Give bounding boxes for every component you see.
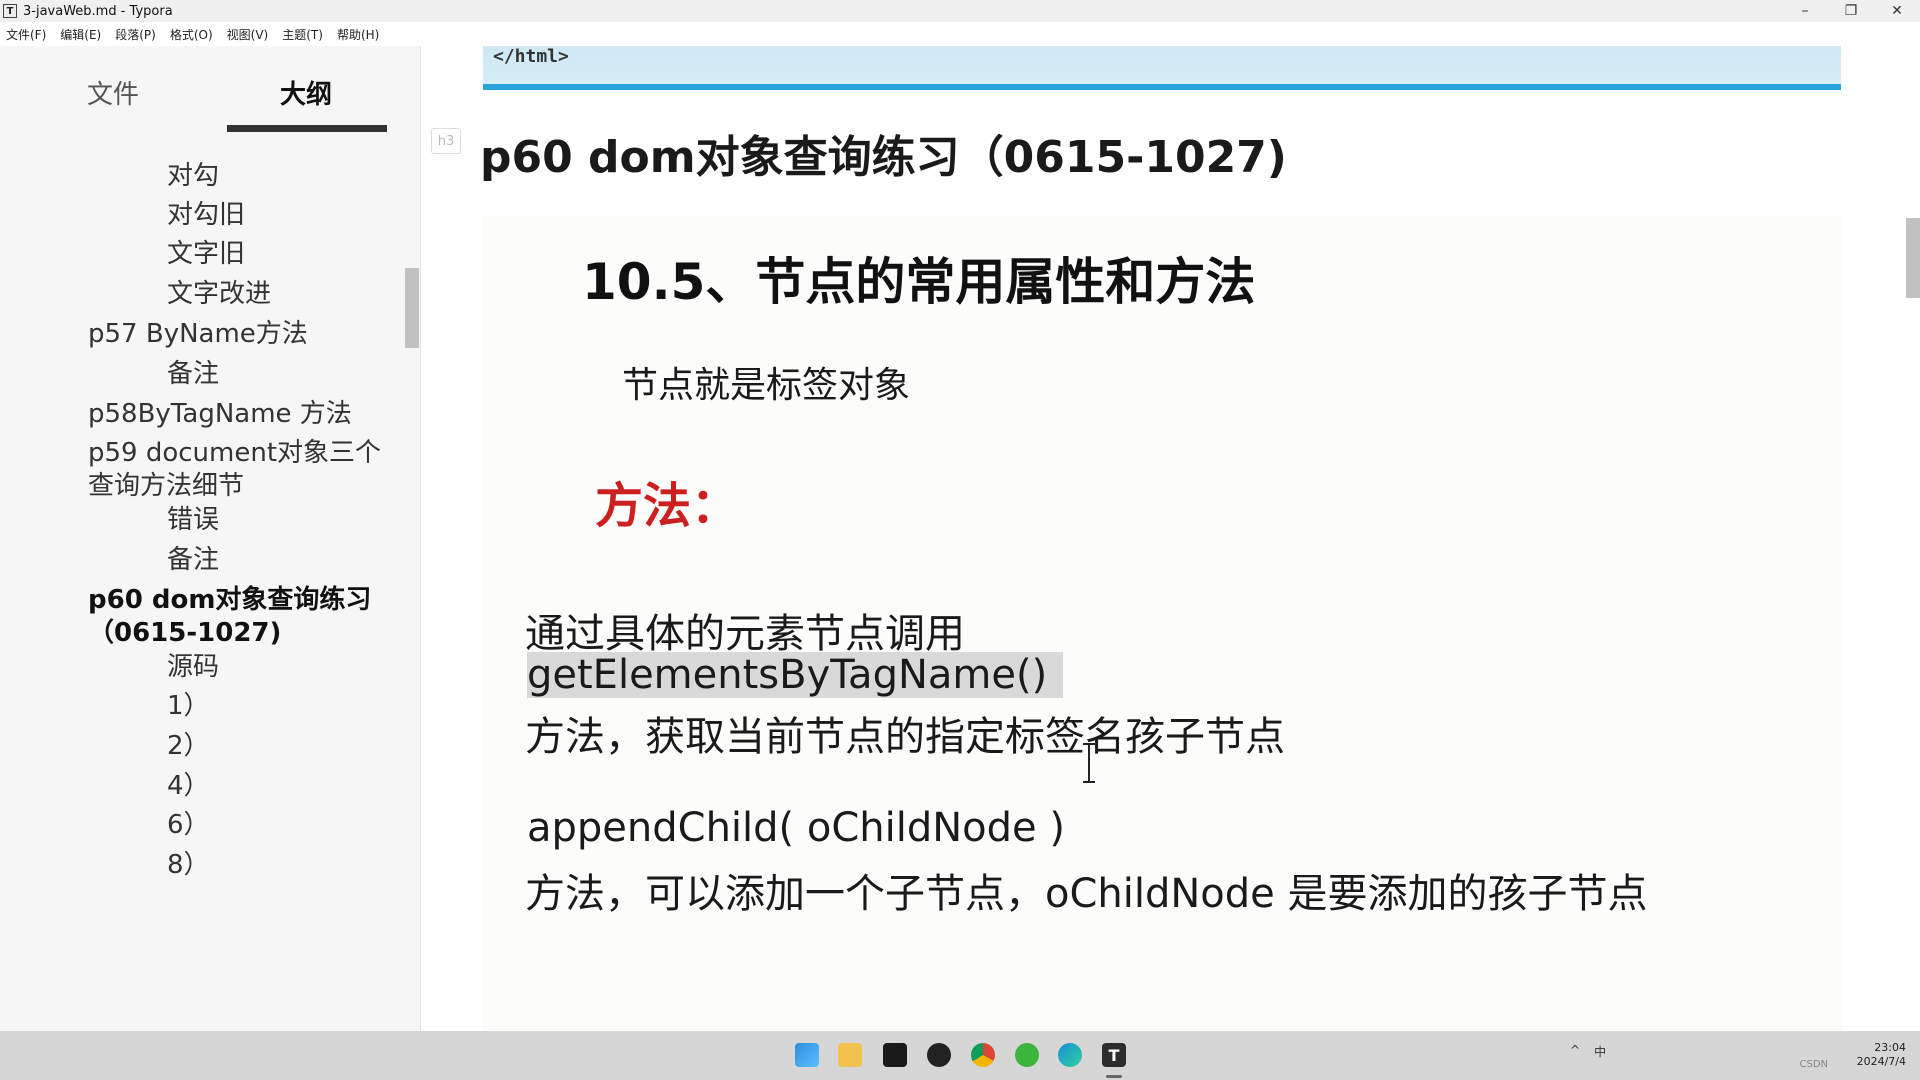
editor-area[interactable]: </html> h3 p60 dom对象查询练习（0615-1027) 10.5…	[422, 46, 1920, 1031]
outline-item[interactable]: p59 document对象三个查询方法细节	[88, 437, 388, 503]
edge-icon[interactable]	[1058, 1043, 1082, 1067]
close-button[interactable]: ✕	[1874, 0, 1920, 22]
slide-method-label: 方法：	[595, 478, 740, 534]
window-controls: – ❐ ✕	[1782, 0, 1920, 22]
sidebar-tabs: 文件 大纲	[0, 46, 421, 132]
watermark: CSDN	[1799, 1059, 1828, 1070]
embedded-slide-image[interactable]: 10.5、节点的常用属性和方法 节点就是标签对象 方法： 通过具体的元素节点调用…	[482, 216, 1842, 1031]
window-title: 3-javaWeb.md - Typora	[23, 3, 173, 19]
menu-paragraph[interactable]: 段落(P)	[115, 26, 156, 43]
slide-line-highlighted: getElementsByTagName()	[527, 652, 1064, 698]
clock-date: 2024/7/4	[1856, 1055, 1906, 1068]
code-block-border	[483, 84, 1841, 90]
tray-expand-icon[interactable]: ^	[1570, 1043, 1580, 1060]
clock-time: 23:04	[1874, 1041, 1906, 1054]
typora-window: T 3-javaWeb.md - Typora – ❐ ✕ 文件(F) 编辑(E…	[0, 0, 1920, 1080]
active-tab-indicator	[227, 125, 387, 132]
sidebar: 文件 大纲 对勾 对勾旧 文字旧 文字改进 p57 ByName方法 备注 p5…	[0, 46, 421, 1031]
outline-item[interactable]: p58ByTagName 方法	[88, 398, 388, 431]
restore-button[interactable]: ❐	[1828, 0, 1874, 22]
qq-icon[interactable]	[927, 1043, 951, 1067]
typora-icon[interactable]: T	[1102, 1043, 1126, 1067]
slide-subtitle: 节点就是标签对象	[622, 365, 911, 406]
menu-help[interactable]: 帮助(H)	[337, 26, 379, 43]
slide-line: 通过具体的元素节点调用	[525, 611, 965, 657]
tab-files[interactable]: 文件	[87, 74, 139, 111]
windows-start-icon[interactable]	[795, 1043, 819, 1067]
menu-file[interactable]: 文件(F)	[6, 26, 46, 43]
minimize-button[interactable]: –	[1782, 0, 1828, 22]
typora-app-icon: T	[3, 4, 17, 18]
heading-level-tag: h3	[431, 128, 461, 154]
outline-item-active[interactable]: p60 dom对象查询练习（0615-1027)	[88, 584, 388, 650]
clock[interactable]: 23:04 2024/7/4	[1857, 1041, 1906, 1069]
wechat-icon[interactable]	[1015, 1043, 1039, 1067]
intellij-icon[interactable]	[883, 1043, 907, 1067]
outline-scrollbar[interactable]	[405, 268, 419, 348]
menu-edit[interactable]: 编辑(E)	[60, 26, 101, 43]
menu-format[interactable]: 格式(O)	[170, 26, 213, 43]
slide-line: 方法，获取当前节点的指定标签名孩子节点	[525, 714, 1285, 760]
text-cursor-icon	[1083, 743, 1095, 783]
active-app-indicator	[1106, 1075, 1122, 1078]
tab-outline[interactable]: 大纲	[280, 74, 332, 111]
menu-bar: 文件(F) 编辑(E) 段落(P) 格式(O) 视图(V) 主题(T) 帮助(H…	[0, 22, 1920, 46]
menu-theme[interactable]: 主题(T)	[282, 26, 323, 43]
outline-item[interactable]: p57 ByName方法	[88, 318, 388, 351]
chrome-icon[interactable]	[971, 1043, 995, 1067]
taskbar: T ^ 中 CSDN 23:04 2024/7/4	[0, 1031, 1920, 1080]
input-method-icon[interactable]: 中	[1594, 1043, 1606, 1060]
code-line: </html>	[493, 46, 569, 67]
slide-line: appendChild( oChildNode )	[527, 805, 1065, 851]
heading-h3[interactable]: p60 dom对象查询练习（0615-1027)	[480, 121, 1287, 185]
menu-view[interactable]: 视图(V)	[227, 26, 269, 43]
slide-line: 方法，可以添加一个子节点，oChildNode 是要添加的孩子节点	[525, 871, 1648, 917]
editor-scrollbar[interactable]	[1906, 218, 1920, 298]
title-bar: T 3-javaWeb.md - Typora – ❐ ✕	[0, 0, 1920, 22]
slide-title: 10.5、节点的常用属性和方法	[582, 253, 1256, 311]
file-explorer-icon[interactable]	[838, 1043, 862, 1067]
system-tray: ^ 中	[1570, 1043, 1606, 1060]
